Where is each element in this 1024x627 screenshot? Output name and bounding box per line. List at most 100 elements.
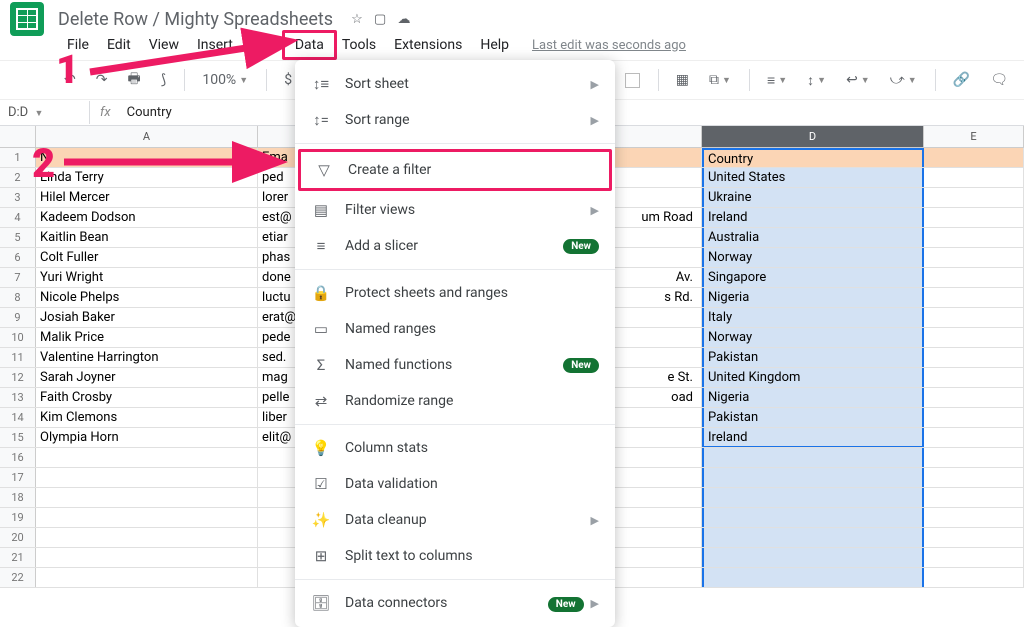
cell[interactable]: United States — [702, 168, 924, 187]
rotate-button[interactable]: ⤻▼ — [884, 68, 923, 92]
paint-format-icon[interactable]: ⟆ — [155, 68, 172, 92]
cell[interactable]: Italy — [702, 308, 924, 327]
row-header[interactable]: 22 — [0, 568, 36, 587]
comment-button[interactable]: 🗨 — [984, 68, 1014, 92]
cell[interactable]: Ireland — [702, 428, 924, 447]
menu-sort-range[interactable]: ↕=Sort range▶ — [295, 102, 615, 138]
cell[interactable] — [924, 488, 1024, 507]
row-header[interactable]: 6 — [0, 248, 36, 267]
row-header[interactable]: 12 — [0, 368, 36, 387]
cell[interactable] — [924, 248, 1024, 267]
menu-help[interactable]: Help — [471, 33, 518, 57]
menu-filter-views[interactable]: ▤Filter views▶ — [295, 192, 615, 228]
cell[interactable]: Nigeria — [702, 288, 924, 307]
cell[interactable]: Nigeria — [702, 388, 924, 407]
cell[interactable] — [702, 488, 924, 507]
cell[interactable] — [36, 528, 258, 547]
row-header[interactable]: 17 — [0, 468, 36, 487]
cell[interactable]: Sarah Joyner — [36, 368, 258, 387]
cell[interactable] — [924, 568, 1024, 587]
cell[interactable] — [924, 188, 1024, 207]
cell[interactable]: Ireland — [702, 208, 924, 227]
cloud-icon[interactable]: ☁ — [398, 12, 411, 27]
cell[interactable]: Colt Fuller — [36, 248, 258, 267]
cell[interactable] — [924, 428, 1024, 447]
name-box[interactable]: D:D ▼ — [0, 101, 90, 124]
cell[interactable]: Australia — [702, 228, 924, 247]
cell[interactable] — [702, 468, 924, 487]
row-header[interactable]: 18 — [0, 488, 36, 507]
cell[interactable] — [924, 328, 1024, 347]
menu-split-text[interactable]: ⊞Split text to columns — [295, 538, 615, 574]
row-header[interactable]: 21 — [0, 548, 36, 567]
menu-data-validation[interactable]: ☑Data validation — [295, 466, 615, 502]
row-header[interactable]: 13 — [0, 388, 36, 407]
cell[interactable] — [924, 268, 1024, 287]
cell[interactable] — [924, 388, 1024, 407]
cell[interactable] — [924, 288, 1024, 307]
star-icon[interactable]: ☆ — [351, 12, 363, 27]
menu-tools[interactable]: Tools — [333, 33, 385, 57]
cell[interactable]: Faith Crosby — [36, 388, 258, 407]
cell[interactable]: Norway — [702, 248, 924, 267]
menu-extensions[interactable]: Extensions — [385, 33, 471, 57]
cell[interactable] — [924, 508, 1024, 527]
row-header[interactable]: 20 — [0, 528, 36, 547]
cell[interactable] — [924, 228, 1024, 247]
row-header[interactable]: 4 — [0, 208, 36, 227]
row-header[interactable]: 11 — [0, 348, 36, 367]
cell[interactable]: Yuri Wright — [36, 268, 258, 287]
cell[interactable]: Kadeem Dodson — [36, 208, 258, 227]
move-icon[interactable]: ▢ — [374, 12, 386, 27]
merge-button[interactable]: ⧉▼ — [703, 68, 737, 92]
cell[interactable] — [924, 208, 1024, 227]
cell[interactable]: Pakistan — [702, 348, 924, 367]
cell[interactable] — [924, 548, 1024, 567]
col-header-a[interactable]: A — [36, 126, 258, 147]
zoom-select[interactable]: 100%▼ — [196, 68, 254, 92]
row-header[interactable]: 7 — [0, 268, 36, 287]
halign-button[interactable]: ≡▼ — [761, 68, 793, 93]
wrap-button[interactable]: ↩▼ — [840, 68, 876, 92]
cell[interactable]: Norway — [702, 328, 924, 347]
menu-randomize[interactable]: ⇄Randomize range — [295, 383, 615, 419]
cell[interactable]: United Kingdom — [702, 368, 924, 387]
cell[interactable] — [36, 548, 258, 567]
select-all-corner[interactable] — [0, 126, 36, 147]
row-header[interactable]: 16 — [0, 448, 36, 467]
row-header[interactable]: 1 — [0, 148, 36, 167]
valign-button[interactable]: ↕▼ — [801, 68, 832, 93]
link-button[interactable]: 🔗 — [947, 68, 976, 92]
cell[interactable] — [702, 568, 924, 587]
menu-data-connectors[interactable]: 🗄Data connectors New ▶ — [295, 585, 615, 621]
cell[interactable] — [924, 468, 1024, 487]
cell[interactable] — [36, 508, 258, 527]
cell[interactable]: Pakistan — [702, 408, 924, 427]
cell[interactable] — [924, 148, 1024, 167]
cell[interactable] — [924, 528, 1024, 547]
cell[interactable]: Josiah Baker — [36, 308, 258, 327]
cell[interactable] — [702, 448, 924, 467]
cell[interactable] — [924, 448, 1024, 467]
row-header[interactable]: 3 — [0, 188, 36, 207]
col-header-e[interactable]: E — [924, 126, 1024, 147]
row-header[interactable]: 5 — [0, 228, 36, 247]
cell[interactable]: Kim Clemons — [36, 408, 258, 427]
row-header[interactable]: 14 — [0, 408, 36, 427]
row-header[interactable]: 2 — [0, 168, 36, 187]
menu-column-stats[interactable]: 💡Column stats — [295, 430, 615, 466]
menu-add-slicer[interactable]: ≡Add a slicerNew — [295, 228, 615, 264]
cell[interactable]: Ukraine — [702, 188, 924, 207]
cell[interactable]: Kaitlin Bean — [36, 228, 258, 247]
cell[interactable] — [36, 448, 258, 467]
cell[interactable]: Singapore — [702, 268, 924, 287]
cell[interactable]: Olympia Horn — [36, 428, 258, 447]
cell[interactable]: Malik Price — [36, 328, 258, 347]
menu-data-cleanup[interactable]: ✨Data cleanup▶ — [295, 502, 615, 538]
cell[interactable] — [924, 348, 1024, 367]
cell[interactable] — [924, 408, 1024, 427]
doc-title[interactable]: Delete Row / Mighty Spreadsheets — [58, 9, 333, 30]
cell[interactable] — [36, 488, 258, 507]
fill-color-button[interactable] — [619, 69, 646, 92]
cell[interactable] — [924, 308, 1024, 327]
